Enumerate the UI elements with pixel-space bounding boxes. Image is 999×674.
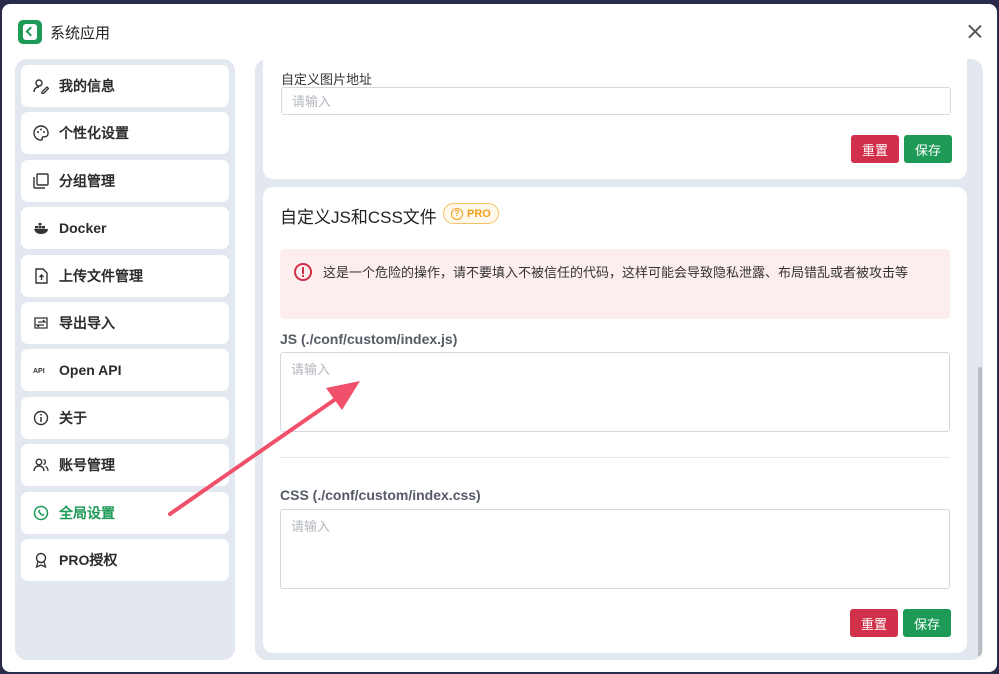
settings-icon — [33, 505, 49, 521]
pro-badge-label: PRO — [467, 207, 491, 220]
custom-image-card: 自定义图片地址 重置 保存 — [263, 59, 967, 179]
alert-circle-icon — [294, 263, 312, 281]
custom-reset-button[interactable]: 重置 — [850, 609, 898, 637]
sidebar-item-docker[interactable]: Docker — [21, 207, 229, 249]
close-button[interactable] — [965, 22, 985, 42]
sidebar: 我的信息 个性化设置 分组管理 Docker 上传文件管理 导出导入 API O… — [15, 59, 235, 660]
sidebar-item-group-management[interactable]: 分组管理 — [21, 160, 229, 202]
custom-image-url-label: 自定义图片地址 — [281, 72, 373, 87]
sidebar-item-pro-license[interactable]: PRO授权 — [21, 539, 229, 581]
sidebar-item-label: Docker — [59, 220, 107, 236]
sidebar-item-global-settings[interactable]: 全局设置 — [21, 492, 229, 534]
js-label: JS (./conf/custom/index.js) — [280, 331, 458, 347]
settings-content[interactable]: 自定义图片地址 重置 保存 自定义JS和CSS文件 ? PRO 这是一个危险的操… — [255, 59, 983, 660]
palette-icon — [33, 125, 49, 141]
image-save-button[interactable]: 保存 — [904, 135, 952, 163]
sidebar-item-label: 全局设置 — [59, 505, 115, 521]
sidebar-item-my-info[interactable]: 我的信息 — [21, 65, 229, 107]
custom-js-css-card: 自定义JS和CSS文件 ? PRO 这是一个危险的操作，请不要填入不被信任的代码… — [263, 187, 967, 653]
custom-image-url-input[interactable] — [281, 87, 951, 115]
alert-message: 这是一个危险的操作，请不要填入不被信任的代码，这样可能会导致隐私泄露、布局错乱或… — [323, 265, 909, 280]
sidebar-item-label: PRO授权 — [59, 552, 118, 568]
info-icon — [33, 410, 49, 426]
sidebar-item-account-management[interactable]: 账号管理 — [21, 444, 229, 486]
custom-save-button[interactable]: 保存 — [903, 609, 951, 637]
user-edit-icon — [33, 78, 49, 94]
docker-icon — [33, 220, 49, 236]
sidebar-item-label: 我的信息 — [59, 78, 115, 94]
sidebar-item-label: 关于 — [59, 410, 87, 426]
vertical-scrollbar[interactable] — [978, 367, 982, 657]
section-title: 自定义JS和CSS文件 — [280, 208, 437, 227]
divider — [280, 457, 950, 458]
users-icon — [33, 457, 49, 473]
layers-icon — [33, 173, 49, 189]
sidebar-item-upload-files[interactable]: 上传文件管理 — [21, 255, 229, 297]
app-logo-icon — [18, 20, 42, 44]
sidebar-item-label: 上传文件管理 — [59, 268, 143, 284]
sidebar-item-about[interactable]: 关于 — [21, 397, 229, 439]
api-icon: API — [33, 362, 49, 378]
sidebar-item-label: 导出导入 — [59, 315, 115, 331]
sidebar-item-open-api[interactable]: API Open API — [21, 349, 229, 391]
image-reset-button[interactable]: 重置 — [851, 135, 899, 163]
award-icon — [33, 552, 49, 568]
css-label: CSS (./conf/custom/index.css) — [280, 487, 481, 503]
window-title: 系统应用 — [50, 25, 111, 42]
sidebar-item-import-export[interactable]: 导出导入 — [21, 302, 229, 344]
js-textarea[interactable] — [280, 352, 950, 432]
sidebar-item-label: 账号管理 — [59, 457, 115, 473]
sidebar-item-label: Open API — [59, 362, 122, 378]
css-textarea[interactable] — [280, 509, 950, 589]
sidebar-item-personalization[interactable]: 个性化设置 — [21, 112, 229, 154]
danger-alert: 这是一个危险的操作，请不要填入不被信任的代码，这样可能会导致隐私泄露、布局错乱或… — [280, 249, 950, 319]
title-bar: 系统应用 — [2, 4, 997, 58]
sidebar-item-label: 分组管理 — [59, 173, 115, 189]
pro-badge: ? PRO — [443, 203, 499, 224]
file-upload-icon — [33, 268, 49, 284]
system-apps-window: 系统应用 我的信息 个性化设置 分组管理 Docker 上传文件管理 导出导入 … — [2, 4, 997, 672]
sidebar-item-label: 个性化设置 — [59, 125, 129, 141]
svg-text:API: API — [33, 368, 45, 375]
import-export-icon — [33, 315, 49, 331]
question-icon: ? — [451, 207, 463, 220]
